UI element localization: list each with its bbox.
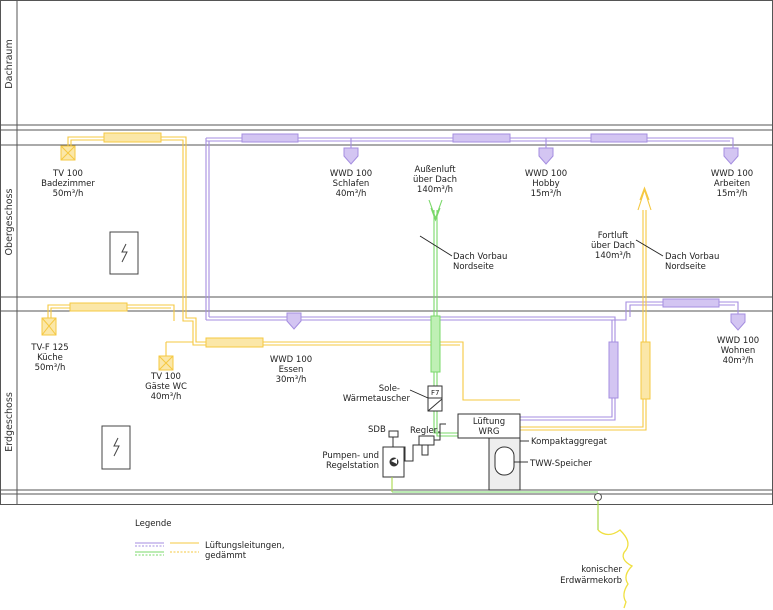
svg-text:Lüftung: Lüftung: [473, 417, 505, 427]
legend: Legende Lüftungsleitungen, gedämmt: [135, 519, 285, 561]
svg-text:WWD 100: WWD 100: [330, 169, 372, 179]
svg-text:konischer: konischer: [581, 565, 622, 575]
svg-text:50m³/h: 50m³/h: [35, 363, 66, 373]
hot-water-tank-label: TWW-Speicher: [529, 459, 592, 469]
svg-text:Fortluft: Fortluft: [598, 231, 629, 241]
svg-text:Essen: Essen: [279, 365, 304, 375]
svg-text:Badezimmer: Badezimmer: [41, 179, 95, 189]
floor-label-ground: Erdgeschoss: [4, 392, 15, 452]
svg-text:Wohnen: Wohnen: [721, 346, 756, 356]
outside-air-label: Außenluft über Dach 140m³/h: [413, 165, 457, 195]
ventilation-diagram: Dachraum Obergeschoss Erdgeschoss F7 TV …: [0, 0, 773, 609]
svg-text:WWD 100: WWD 100: [717, 336, 759, 346]
svg-text:Arbeiten: Arbeiten: [714, 179, 750, 189]
svg-text:30m³/h: 30m³/h: [276, 375, 307, 385]
svg-text:Küche: Küche: [37, 353, 63, 363]
svg-text:50m³/h: 50m³/h: [53, 189, 84, 199]
svg-text:TV 100: TV 100: [52, 169, 83, 179]
svg-text:Sole-: Sole-: [379, 384, 400, 394]
outlet-living-label: WWD 100 Wohnen 40m³/h: [717, 336, 759, 366]
svg-text:Gäste WC: Gäste WC: [145, 382, 187, 392]
ground-hx-label: konischer Erdwärmekorb: [560, 565, 622, 586]
outlet-work-label: WWD 100 Arbeiten 15m³/h: [711, 169, 753, 199]
floor-label-attic: Dachraum: [4, 39, 15, 88]
svg-text:40m³/h: 40m³/h: [723, 356, 754, 366]
svg-text:über Dach: über Dach: [413, 175, 457, 185]
svg-text:15m³/h: 15m³/h: [531, 189, 562, 199]
hot-water-tank-icon: [494, 446, 515, 476]
svg-text:40m³/h: 40m³/h: [151, 392, 182, 402]
filter-label: F7: [431, 389, 439, 397]
svg-text:Nordseite: Nordseite: [453, 262, 494, 272]
svg-text:WWD 100: WWD 100: [525, 169, 567, 179]
svg-text:Dach Vorbau: Dach Vorbau: [665, 252, 719, 262]
floor-label-upper: Obergeschoss: [4, 189, 15, 256]
controller-label: Regler: [410, 426, 438, 436]
outside-air-silencer: [430, 315, 441, 373]
svg-text:140m³/h: 140m³/h: [417, 185, 453, 195]
svg-text:Nordseite: Nordseite: [665, 262, 706, 272]
sdb-label: SDB: [368, 425, 386, 435]
exhaust-air-arrow-icon: [637, 186, 652, 211]
svg-text:WWD 100: WWD 100: [711, 169, 753, 179]
pump-station-label: Pumpen- und Regelstation: [322, 451, 379, 471]
pump-icon: [389, 457, 399, 467]
outside-air-intake-icon: [428, 199, 443, 222]
svg-text:Außenluft: Außenluft: [414, 165, 456, 175]
outlet-hobby-label: WWD 100 Hobby 15m³/h: [525, 169, 567, 199]
outlet-bathroom-label: TV 100 Badezimmer 50m³/h: [41, 169, 95, 199]
legend-title: Legende: [135, 519, 171, 529]
svg-text:TV 100: TV 100: [150, 372, 181, 382]
svg-text:Regelstation: Regelstation: [326, 461, 379, 471]
svg-text:140m³/h: 140m³/h: [595, 251, 631, 261]
electrical-panel-icon: [101, 425, 131, 470]
electrical-panel-icon: [109, 231, 139, 275]
svg-text:Dach Vorbau: Dach Vorbau: [453, 252, 507, 262]
svg-text:15m³/h: 15m³/h: [717, 189, 748, 199]
svg-text:Hobby: Hobby: [532, 179, 559, 189]
brine-hx-label: Sole- Wärmetauscher: [343, 384, 411, 404]
ground-heat-exchanger: [594, 493, 634, 609]
outlet-sleeping-label: WWD 100 Schlafen 40m³/h: [330, 169, 372, 199]
svg-text:TV-F 125: TV-F 125: [30, 343, 68, 353]
legend-swatches: [135, 542, 199, 556]
outlet-guest-wc-label: TV 100 Gäste WC 40m³/h: [145, 372, 187, 402]
sdb-box: [388, 430, 399, 438]
svg-text:WRG: WRG: [479, 427, 500, 437]
compact-unit-label: Kompaktaggregat: [531, 437, 608, 447]
leader-lines: [409, 235, 664, 463]
legend-label-line2: gedämmt: [205, 551, 247, 561]
legend-label-line1: Lüftungsleitungen,: [205, 541, 285, 551]
svg-text:Erdwärmekorb: Erdwärmekorb: [560, 576, 622, 586]
roof-left-label: Dach Vorbau Nordseite: [453, 252, 507, 272]
roof-right-label: Dach Vorbau Nordseite: [665, 252, 719, 272]
svg-text:über Dach: über Dach: [591, 241, 635, 251]
svg-text:WWD 100: WWD 100: [270, 355, 312, 365]
exhaust-air-label: Fortluft über Dach 140m³/h: [591, 231, 635, 261]
svg-text:Schlafen: Schlafen: [333, 179, 370, 189]
outlet-kitchen-label: TV-F 125 Küche 50m³/h: [30, 343, 68, 373]
svg-text:Pumpen- und: Pumpen- und: [322, 451, 379, 461]
svg-text:40m³/h: 40m³/h: [336, 189, 367, 199]
svg-text:Wärmetauscher: Wärmetauscher: [343, 394, 411, 404]
outlet-dining-label: WWD 100 Essen 30m³/h: [270, 355, 312, 385]
